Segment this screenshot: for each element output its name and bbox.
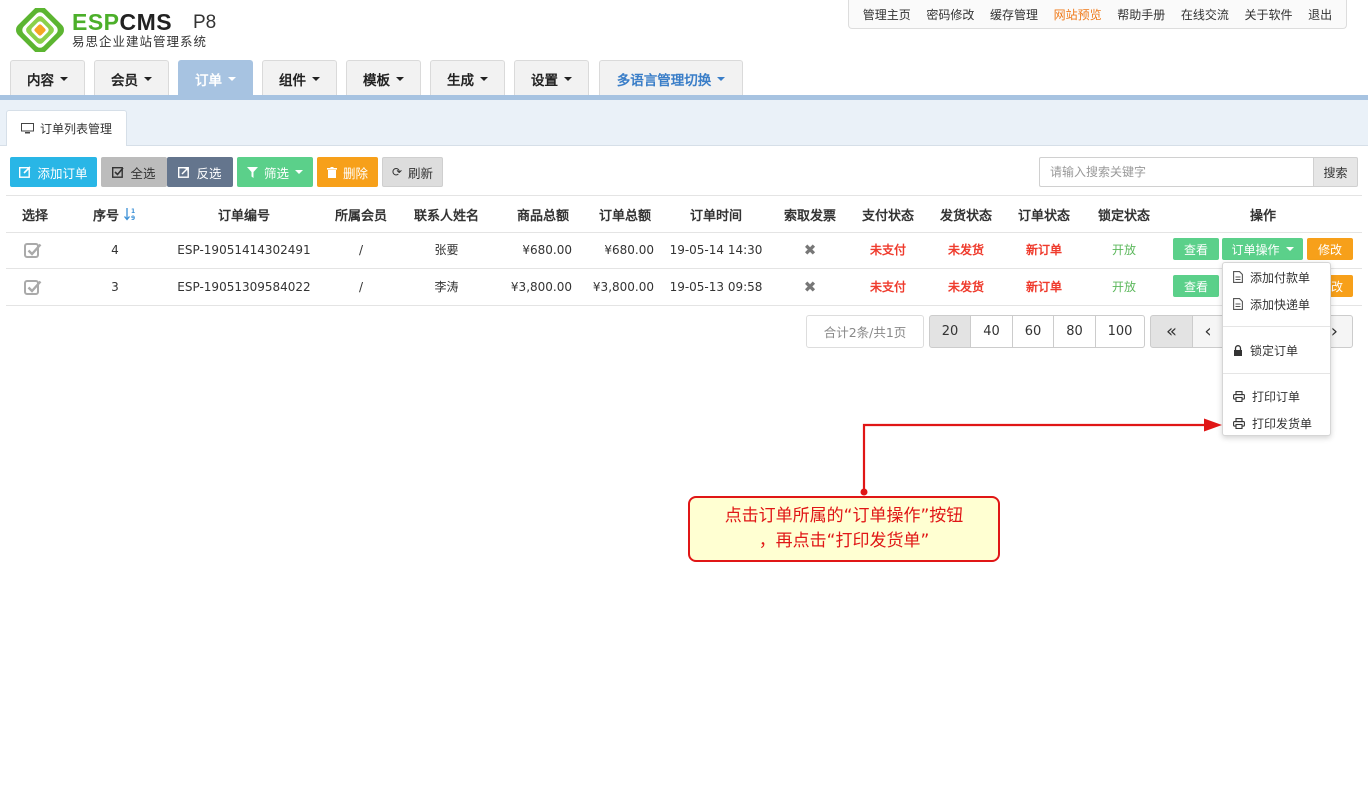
instruction-callout: 点击订单所属的“订单操作”按钮 ，再点击“打印发货单” xyxy=(688,496,1000,562)
annotation-arrow xyxy=(860,418,1222,496)
callout-line-1: 点击订单所属的“订单操作”按钮 xyxy=(724,506,964,526)
callout-line-2: ，再点击“打印发货单” xyxy=(758,531,930,551)
